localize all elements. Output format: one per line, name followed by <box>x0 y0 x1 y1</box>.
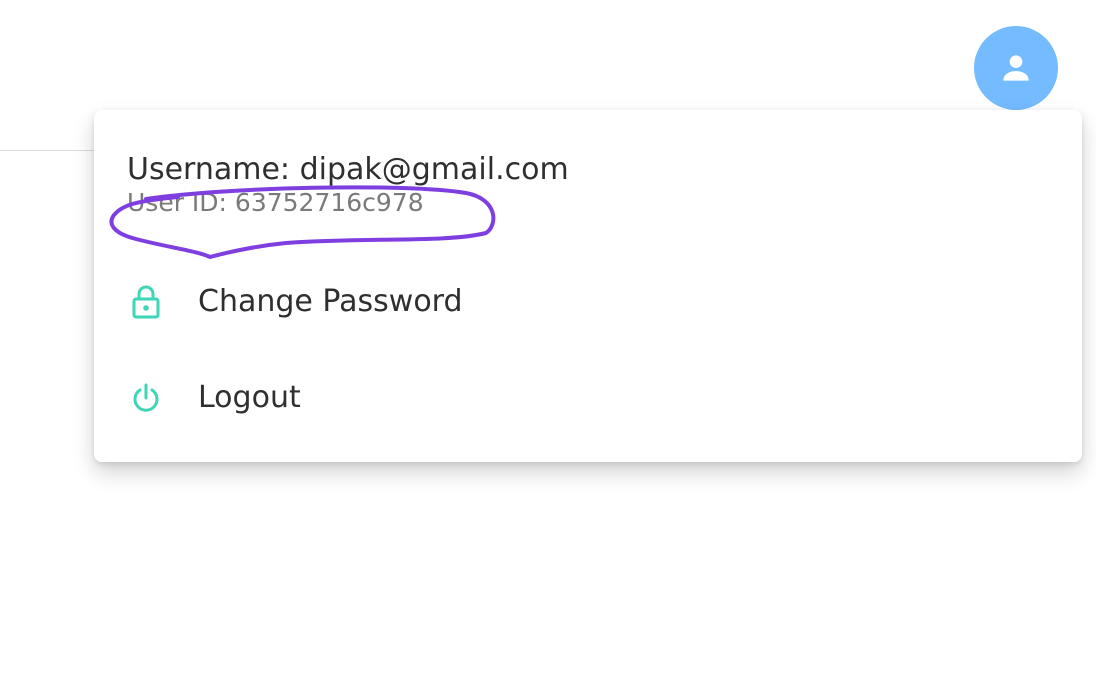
user-icon <box>997 49 1035 87</box>
page: Username: dipak@gmail.com User ID: 63752… <box>0 0 1096 698</box>
logout-menu-item[interactable]: Logout <box>94 354 1082 442</box>
logout-label: Logout <box>198 380 301 415</box>
user-menu-dropdown: Username: dipak@gmail.com User ID: 63752… <box>94 110 1082 462</box>
user-id-text: User ID: 63752716c978 <box>127 188 424 217</box>
power-icon <box>130 382 162 414</box>
user-info: Username: dipak@gmail.com User ID: 63752… <box>127 152 569 218</box>
lock-icon <box>130 285 162 319</box>
change-password-menu-item[interactable]: Change Password <box>94 258 1082 346</box>
username-text: Username: dipak@gmail.com <box>127 152 569 187</box>
change-password-label: Change Password <box>198 284 463 319</box>
user-avatar-button[interactable] <box>974 26 1058 110</box>
